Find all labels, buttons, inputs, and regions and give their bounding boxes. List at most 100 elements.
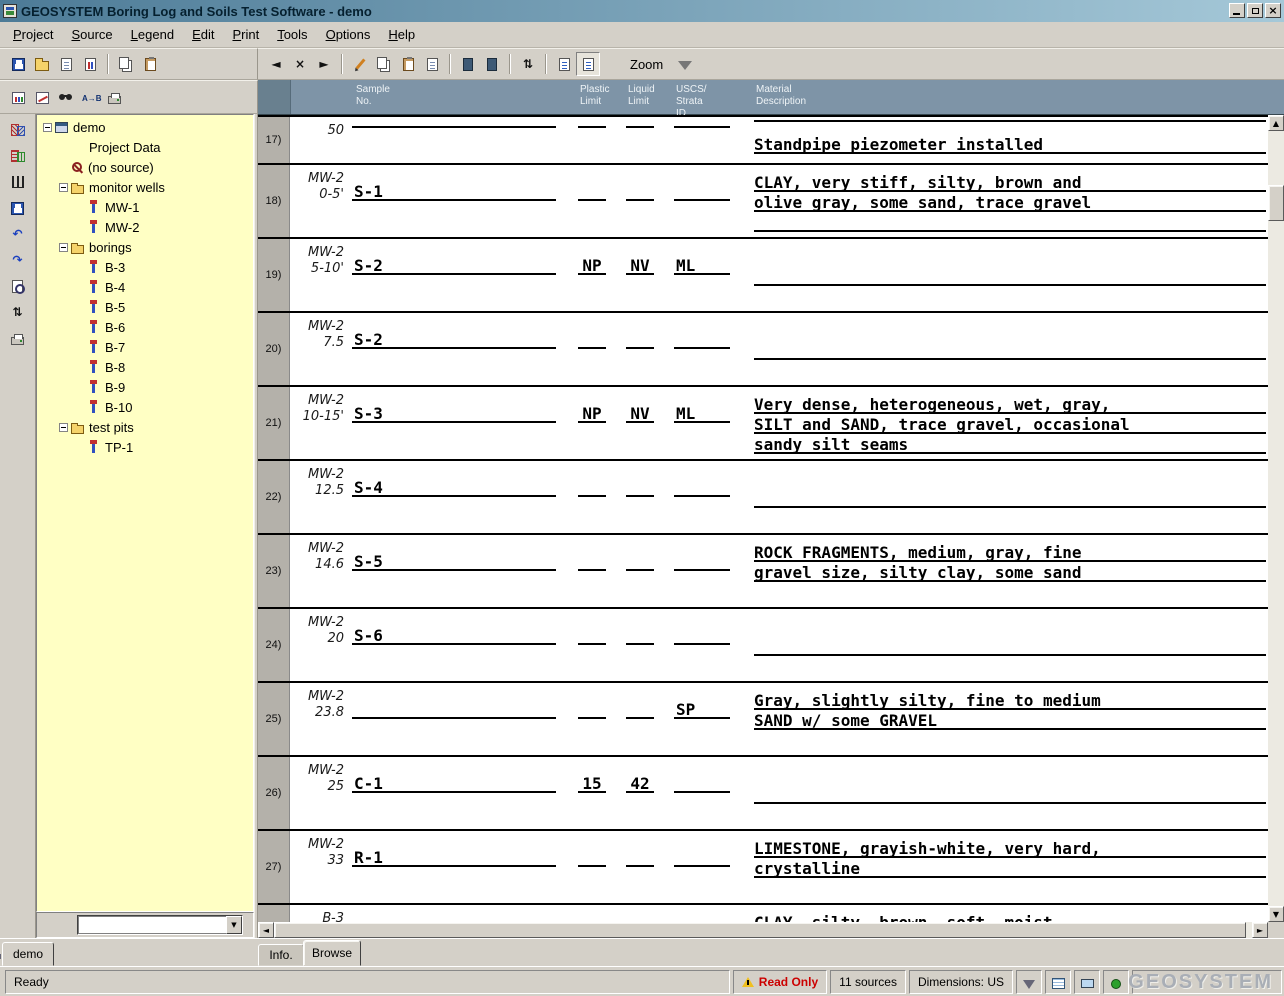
source-combo-value[interactable] [78,916,226,934]
draw-icon[interactable] [348,52,372,76]
tree-item-b-4[interactable]: B-4 [37,277,253,297]
combo-dropdown-button[interactable] [226,916,242,934]
tree-item-b-3[interactable]: B-3 [37,257,253,277]
undo-button[interactable]: ↶ [5,222,31,246]
find-icon[interactable] [54,85,78,109]
menu-project[interactable]: Project [4,24,62,45]
graph-icon[interactable] [30,85,54,109]
next-source-icon[interactable]: ► [312,52,336,76]
log-row[interactable]: 25)MW-223.8SPGray, slightly silty, fine … [258,681,1268,755]
status-bar: Ready Read Only 11 sources Dimensions: U… [0,966,1284,996]
log-row[interactable]: 17)50Standpipe piezometer installed [258,115,1268,163]
online-status-button[interactable] [1103,970,1129,994]
menu-tools[interactable]: Tools [268,24,316,45]
collapse-icon[interactable] [59,183,68,192]
toolbar-separator [449,54,451,74]
copy-icon[interactable] [114,52,138,76]
collapse-icon[interactable] [43,123,52,132]
hatch-button[interactable] [5,144,31,168]
menu-edit[interactable]: Edit [183,24,223,45]
sort-az-button[interactable]: ⇅ [5,300,31,324]
tab-info[interactable]: Info. [258,944,304,966]
tree-item-b-6[interactable]: B-6 [37,317,253,337]
grid-icon-button[interactable] [1045,970,1071,994]
source-combo[interactable] [77,915,243,935]
minimize-button[interactable] [1229,3,1245,18]
symbols-button[interactable] [5,118,31,142]
sort-rows-icon[interactable]: ⇅ [516,52,540,76]
menu-source[interactable]: Source [62,24,121,45]
chart-icon[interactable] [6,85,30,109]
delete-source-icon[interactable]: × [288,52,312,76]
last-page-icon[interactable] [480,52,504,76]
print-log-button[interactable] [5,326,31,350]
collapse-icon[interactable] [59,243,68,252]
layout-icon[interactable] [420,52,444,76]
horizontal-scrollbar[interactable] [258,922,1268,938]
scroll-down-icon[interactable] [1268,906,1284,922]
save-icon[interactable] [6,52,30,76]
paste-icon[interactable] [138,52,162,76]
close-button[interactable] [1265,3,1281,18]
tree-item-b-10[interactable]: B-10 [37,397,253,417]
collapse-icon[interactable] [59,423,68,432]
filter-icon[interactable] [673,52,697,76]
scroll-up-icon[interactable] [1268,115,1284,131]
tree-item-b-7[interactable]: B-7 [37,337,253,357]
restore-button[interactable] [1247,3,1263,18]
tree-item-demo[interactable]: demo [37,117,253,137]
tab-project-demo[interactable]: demo [2,942,54,966]
well-name: MW-2 [290,467,346,483]
preview-button[interactable] [5,274,31,298]
view-report-icon[interactable] [54,52,78,76]
log-row[interactable]: 24)MW-220S-6 [258,607,1268,681]
log-row[interactable]: B-3CLAY, silty, brown, soft, moist [258,903,1268,922]
vertical-scrollbar-thumb[interactable] [1268,185,1284,221]
open-icon[interactable] [30,52,54,76]
log-row[interactable]: 20)MW-27.5S-2 [258,311,1268,385]
browse-view-icon[interactable] [576,52,600,76]
tree-item-mw-1[interactable]: MW-1 [37,197,253,217]
menu-print[interactable]: Print [223,24,268,45]
menu-legend[interactable]: Legend [122,24,183,45]
log-row[interactable]: 23)MW-214.6S-5ROCK FRAGMENTS, medium, gr… [258,533,1268,607]
tree-item-test-pits[interactable]: test pits [37,417,253,437]
tree-item-project-data[interactable]: Project Data [37,137,253,157]
print-icon[interactable] [102,85,126,109]
tab-browse[interactable]: Browse [303,940,361,966]
scroll-right-icon[interactable] [1252,922,1268,938]
entry-view-icon[interactable] [552,52,576,76]
save-log-button[interactable] [5,196,31,220]
tree-item-b-8[interactable]: B-8 [37,357,253,377]
tree-item-monitor-wells[interactable]: monitor wells [37,177,253,197]
menu-options[interactable]: Options [317,24,380,45]
tree-item-b-5[interactable]: B-5 [37,297,253,317]
previous-source-icon[interactable]: ◄ [264,52,288,76]
scrollbar-corner [1268,922,1284,938]
copy-page-icon[interactable] [372,52,396,76]
monitor-icon-button[interactable] [1074,970,1100,994]
vertical-scrollbar[interactable] [1268,115,1284,922]
scroll-left-icon[interactable] [258,922,274,938]
tree-item-b-9[interactable]: B-9 [37,377,253,397]
view-template-icon[interactable] [78,52,102,76]
tree-item-no-source[interactable]: (no source) [37,157,253,177]
log-row[interactable]: 18)MW-20-5'S-1CLAY, very stiff, silty, b… [258,163,1268,237]
horizontal-scrollbar-thumb[interactable] [274,922,1246,938]
tree-item-tp-1[interactable]: TP-1 [37,437,253,457]
menu-help[interactable]: Help [379,24,424,45]
log-row[interactable]: 27)MW-233R-1LIMESTONE, grayish-white, ve… [258,829,1268,903]
flask-icon-button[interactable] [1016,970,1042,994]
tree-item-mw-2[interactable]: MW-2 [37,217,253,237]
log-row[interactable]: 21)MW-210-15'S-3NPNVMLVery dense, hetero… [258,385,1268,459]
redo-button[interactable]: ↷ [5,248,31,272]
log-row[interactable]: 26)MW-225C-11542 [258,755,1268,829]
tree-item-label: TP-1 [105,440,133,455]
log-row[interactable]: 19)MW-25-10'S-2NPNVML [258,237,1268,311]
columns-button[interactable] [5,170,31,194]
rename-icon[interactable] [78,85,102,109]
first-page-icon[interactable] [456,52,480,76]
log-row[interactable]: 22)MW-212.5S-4 [258,459,1268,533]
paste-page-icon[interactable] [396,52,420,76]
tree-item-borings[interactable]: borings [37,237,253,257]
